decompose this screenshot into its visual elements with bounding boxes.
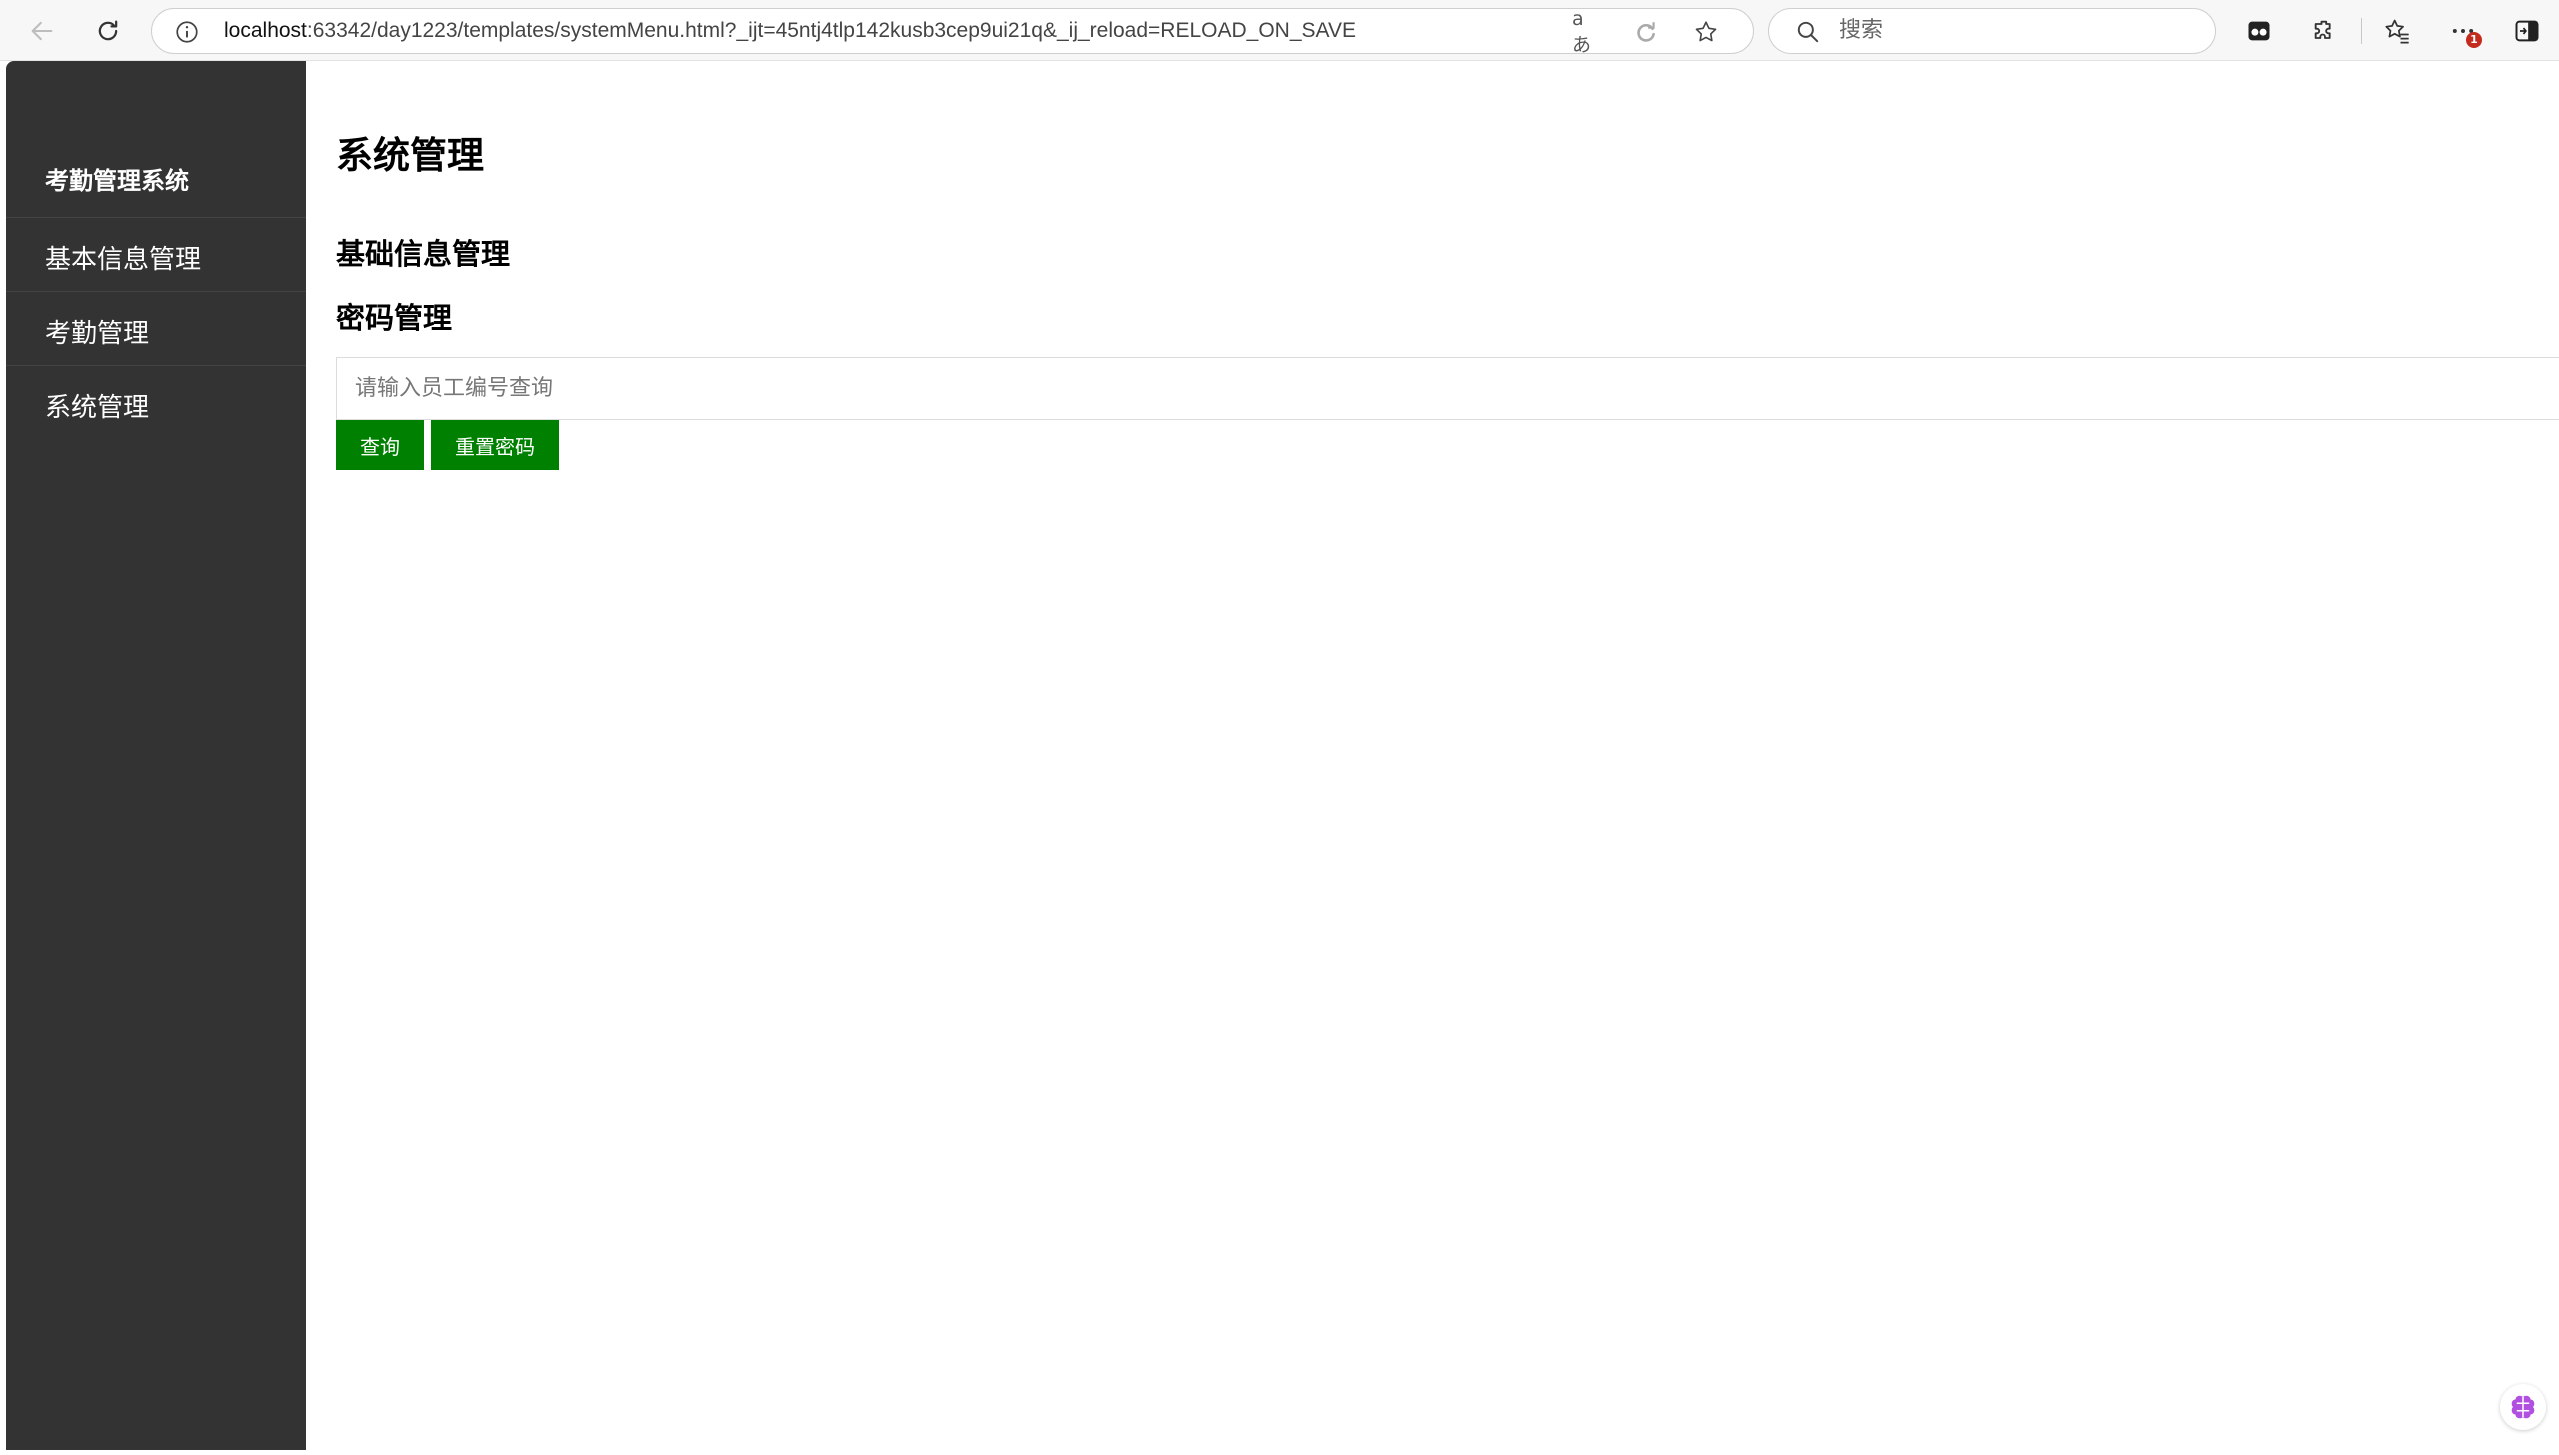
query-button[interactable]: 查询 <box>336 420 424 470</box>
url-host: localhost <box>224 19 307 42</box>
notification-badge: 1 <box>2466 32 2482 48</box>
sidebar-item-system[interactable]: 系统管理 <box>6 365 306 439</box>
main-content: 系统管理 基础信息管理 密码管理 查询 重置密码 <box>306 61 2559 1455</box>
sidebar-item-label: 基本信息管理 <box>45 245 202 275</box>
extensions-icon[interactable] <box>2308 14 2342 48</box>
sidebar-item-label: 考勤管理 <box>45 319 150 349</box>
refresh-icon[interactable] <box>90 13 126 49</box>
browser-toolbar: localhost:63342/day1223/templates/system… <box>0 0 2559 61</box>
search-placeholder: 搜索 <box>1839 18 1884 43</box>
app-title: 考勤管理系统 <box>45 167 189 195</box>
reset-password-button[interactable]: 重置密码 <box>431 420 559 470</box>
browser-search-box[interactable]: 搜索 <box>1768 8 2216 54</box>
read-aloud-icon[interactable]: aあ <box>1572 8 1600 56</box>
url-text[interactable]: localhost:63342/day1223/templates/system… <box>224 9 1356 53</box>
info-icon[interactable] <box>174 19 200 45</box>
search-icon <box>1795 19 1821 45</box>
url-path: :63342/day1223/templates/systemMenu.html… <box>306 19 1356 42</box>
more-icon[interactable]: 1 <box>2446 14 2482 48</box>
copilot-brain-icon[interactable] <box>2500 1384 2546 1430</box>
address-bar[interactable]: localhost:63342/day1223/templates/system… <box>151 8 1754 56</box>
sidebar-item-attendance[interactable]: 考勤管理 <box>6 291 306 365</box>
sidebar: 考勤管理系统 基本信息管理 考勤管理 系统管理 <box>6 61 306 1450</box>
employee-id-input[interactable] <box>336 357 2559 420</box>
page-title: 系统管理 <box>336 134 484 177</box>
favorite-star-icon[interactable] <box>1692 18 1720 46</box>
section-password[interactable]: 密码管理 <box>336 295 452 337</box>
section-basic-info[interactable]: 基础信息管理 <box>336 231 510 273</box>
sidebar-item-basic-info[interactable]: 基本信息管理 <box>6 217 306 291</box>
sidebar-toggle-icon[interactable] <box>2510 14 2544 48</box>
collections-icon[interactable] <box>2242 14 2276 48</box>
edge-refresh-icon[interactable] <box>1632 18 1660 46</box>
favorites-icon[interactable] <box>2380 14 2414 48</box>
sidebar-item-label: 系统管理 <box>45 393 150 423</box>
toolbar-separator <box>2361 18 2362 44</box>
back-icon[interactable] <box>24 13 60 49</box>
